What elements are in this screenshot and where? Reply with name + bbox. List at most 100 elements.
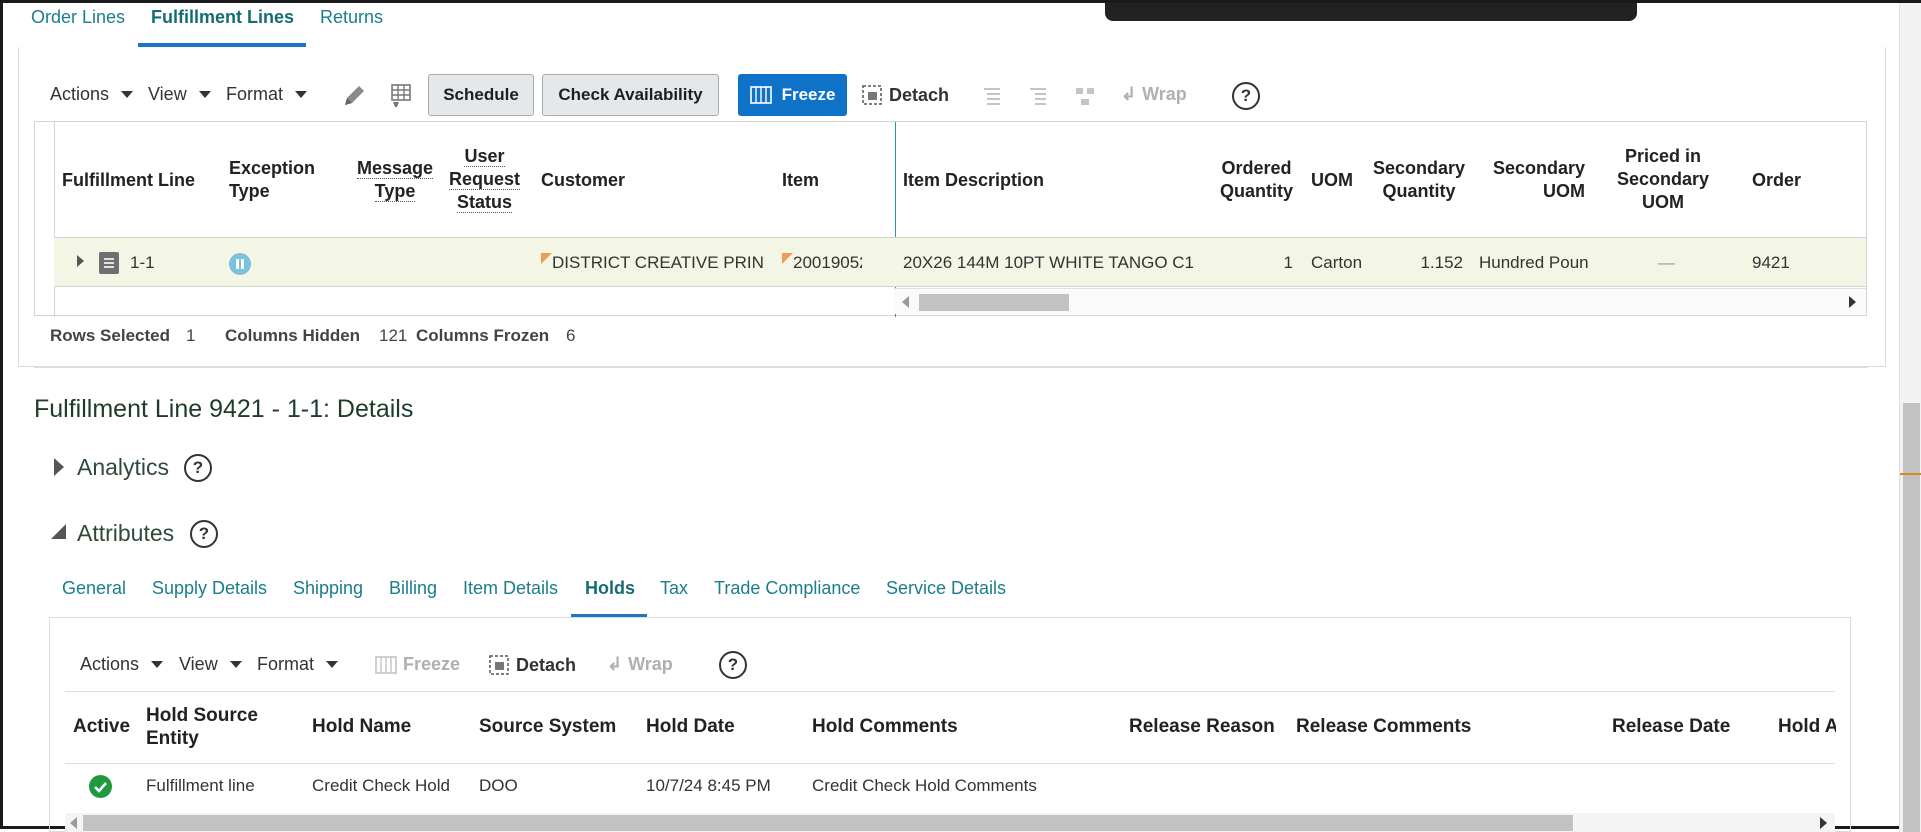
scrollbar-thumb[interactable]	[919, 294, 1069, 311]
tab-billing[interactable]: Billing	[389, 578, 437, 599]
actions-menu[interactable]: Actions	[50, 84, 134, 105]
attributes-help-icon[interactable]: ?	[190, 520, 218, 548]
columns-hidden-value: 121	[379, 326, 408, 345]
header-line: Message	[357, 158, 434, 179]
column-header-hold-source-entity[interactable]: Hold Source Entity	[146, 704, 258, 750]
column-header-exception-type[interactable]: Exception Type	[229, 157, 315, 203]
secondary-uom-cell: Hundred Poun	[1479, 253, 1589, 272]
column-header-active[interactable]: Active	[73, 715, 130, 738]
pause-icon[interactable]	[229, 253, 251, 275]
attributes-heading[interactable]: Attributes	[77, 520, 174, 547]
tab-shipping[interactable]: Shipping	[293, 578, 363, 599]
schedule-button[interactable]: Schedule	[428, 74, 534, 116]
column-header-secondary-uom[interactable]: Secondary UOM	[1485, 157, 1585, 203]
hierarchy-icon	[1074, 85, 1096, 112]
details-title: Fulfillment Line 9421 - 1-1: Details	[34, 395, 414, 423]
column-header-item-description[interactable]: Item Description	[903, 169, 1044, 192]
priced-in-secondary-uom-cell: —	[1658, 253, 1675, 272]
wrap-label: Wrap	[1142, 84, 1187, 104]
column-header-fulfillment-line[interactable]: Fulfillment Line	[62, 169, 195, 192]
scroll-left-icon[interactable]	[70, 817, 77, 829]
column-header-hold-date[interactable]: Hold Date	[646, 715, 735, 738]
tab-order-lines[interactable]: Order Lines	[31, 7, 125, 28]
query-by-example-icon[interactable]	[389, 82, 415, 115]
holds-format-menu[interactable]: Format	[257, 654, 339, 675]
actions-label: Actions	[50, 84, 110, 104]
flag-icon	[541, 253, 552, 264]
freeze-icon	[375, 655, 397, 674]
view-menu[interactable]: View	[148, 84, 211, 105]
check-availability-button[interactable]: Check Availability	[542, 74, 719, 116]
holds-help-icon[interactable]: ?	[719, 651, 747, 679]
column-header-source-system[interactable]: Source System	[479, 715, 616, 738]
tab-fulfillment-lines[interactable]: Fulfillment Lines	[151, 7, 294, 28]
chevron-down-icon	[295, 91, 308, 98]
holds-header-divider	[65, 763, 1835, 764]
fulfillment-line-link[interactable]: 1-1	[130, 253, 155, 273]
active-check-icon	[89, 775, 112, 798]
document-icon	[99, 252, 119, 274]
order-cell: 9421	[1752, 253, 1790, 272]
tab-trade-compliance[interactable]: Trade Compliance	[714, 578, 860, 599]
holds-view-menu[interactable]: View	[179, 654, 242, 675]
wrap-icon: ↲	[607, 654, 623, 674]
header-line: Entity	[146, 728, 199, 749]
expand-row-icon[interactable]	[77, 255, 84, 267]
source-system-cell: DOO	[479, 776, 518, 795]
format-menu[interactable]: Format	[226, 84, 308, 105]
column-header-user-request-status[interactable]: User Request Status	[449, 145, 521, 214]
column-header-priced-in-secondary-uom[interactable]: Priced in Secondary UOM	[1617, 145, 1709, 214]
tab-supply-details[interactable]: Supply Details	[152, 578, 267, 599]
scroll-right-icon[interactable]	[1820, 817, 1827, 829]
column-header-item[interactable]: Item	[782, 169, 819, 192]
section-divider	[34, 367, 1868, 368]
column-header-customer[interactable]: Customer	[541, 169, 625, 192]
scroll-left-icon[interactable]	[902, 296, 909, 308]
holds-actions-menu[interactable]: Actions	[80, 654, 164, 675]
column-header-release-date[interactable]: Release Date	[1612, 715, 1730, 738]
page-vertical-scrollbar[interactable]	[1899, 3, 1921, 832]
scroll-right-icon[interactable]	[1849, 296, 1856, 308]
view-label: View	[148, 84, 187, 104]
column-header-hold-comments[interactable]: Hold Comments	[812, 715, 958, 738]
header-line: Type	[229, 181, 270, 201]
column-header-secondary-quantity[interactable]: Secondary Quantity	[1373, 157, 1465, 203]
expand-analytics-icon[interactable]	[54, 458, 64, 476]
column-header-release-comments[interactable]: Release Comments	[1296, 715, 1471, 738]
header-line: Type	[374, 181, 416, 202]
column-header-order[interactable]: Order	[1752, 169, 1801, 192]
scrollbar-thumb[interactable]	[1903, 403, 1920, 832]
header-line: Secondary	[1492, 158, 1585, 178]
actions-label: Actions	[80, 654, 140, 674]
column-header-message-type[interactable]: Message Type	[357, 157, 434, 203]
collapse-attributes-icon[interactable]	[51, 524, 66, 539]
item-description-cell: 20X26 144M 10PT WHITE TANGO C1	[903, 253, 1195, 272]
column-header-hold-name[interactable]: Hold Name	[312, 715, 411, 738]
column-header-ordered-quantity[interactable]: Ordered Quantity	[1220, 157, 1293, 203]
holds-horizontal-scrollbar[interactable]	[65, 813, 1835, 832]
edit-pencil-icon[interactable]	[341, 83, 367, 114]
header-line: Request	[449, 169, 521, 190]
tab-general[interactable]: General	[62, 578, 126, 599]
grid-horizontal-scrollbar[interactable]	[894, 288, 1866, 314]
overlay-popup	[1105, 3, 1637, 21]
tab-returns[interactable]: Returns	[320, 7, 383, 28]
analytics-help-icon[interactable]: ?	[184, 454, 212, 482]
ordered-quantity-cell: 1	[1283, 253, 1293, 272]
column-header-hold-a[interactable]: Hold A	[1778, 715, 1836, 738]
header-line: Status	[457, 192, 513, 213]
tab-tax[interactable]: Tax	[660, 578, 688, 599]
column-header-release-reason[interactable]: Release Reason	[1129, 715, 1275, 738]
hold-date-cell: 10/7/24 8:45 PM	[646, 776, 771, 795]
analytics-heading[interactable]: Analytics	[77, 454, 169, 481]
holds-detach-button[interactable]: Detach	[488, 654, 576, 676]
row-selector-column	[35, 122, 55, 317]
tab-item-details[interactable]: Item Details	[463, 578, 558, 599]
detach-button[interactable]: Detach	[861, 84, 949, 106]
tab-service-details[interactable]: Service Details	[886, 578, 1006, 599]
help-icon[interactable]: ?	[1232, 82, 1260, 110]
freeze-button[interactable]: Freeze	[738, 74, 847, 116]
chevron-down-icon	[121, 91, 134, 98]
tab-holds[interactable]: Holds	[585, 578, 635, 599]
column-header-uom[interactable]: UOM	[1311, 169, 1353, 192]
